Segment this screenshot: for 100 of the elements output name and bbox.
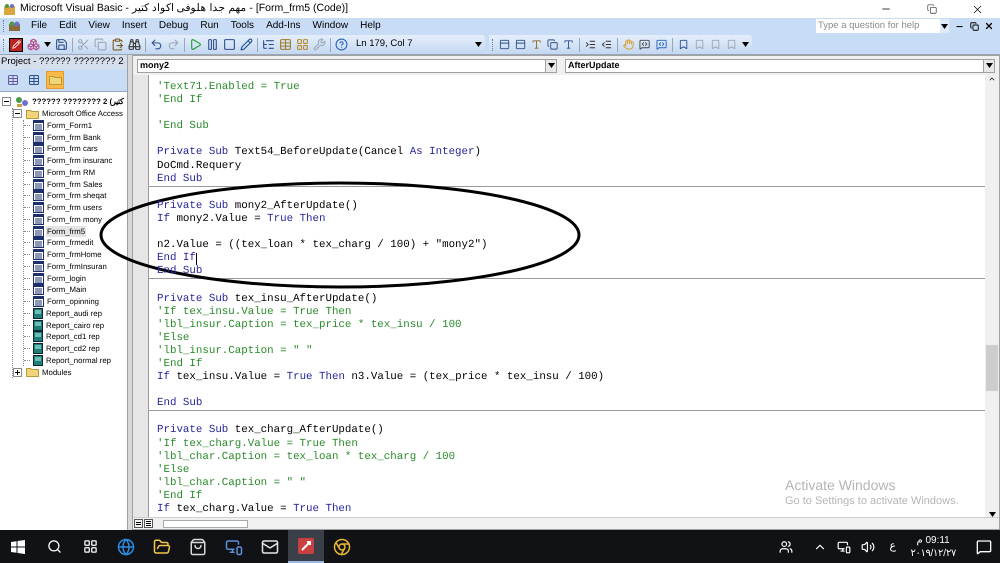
form-icon (33, 120, 44, 131)
undo-icon[interactable] (150, 38, 163, 51)
form-icon (33, 143, 44, 154)
menu-item[interactable]: Window (306, 18, 354, 34)
dropdown-caret-icon[interactable] (44, 42, 51, 47)
form-icon (33, 178, 44, 190)
menu-item[interactable]: Insert (116, 18, 153, 34)
form-icon (33, 226, 44, 237)
notifications-icon[interactable] (976, 538, 992, 554)
access-view-button[interactable] (9, 38, 23, 52)
object-browser-icon[interactable] (296, 38, 309, 51)
full-module-view-icon[interactable] (144, 519, 153, 528)
pause-icon[interactable] (206, 38, 219, 51)
dropdown-caret-icon[interactable] (548, 63, 554, 68)
code-line: n2.Value = ((tex_loan * tex_charg / 100) + "mony2") (157, 239, 488, 252)
people-icon[interactable] (779, 540, 794, 554)
menu-item[interactable]: Debug (152, 18, 194, 34)
procedure-view-icon[interactable] (134, 519, 143, 528)
toolbar-overflow-icon[interactable] (742, 42, 749, 47)
code-line: 'lbl_insur.Caption = tex_price * tex_insu / 100 (157, 318, 462, 332)
dropdown-caret-icon[interactable] (941, 24, 948, 28)
find-icon[interactable] (128, 38, 141, 51)
scroll-up-icon[interactable] (988, 75, 996, 83)
comment-block-icon[interactable] (639, 38, 651, 51)
task-view-icon[interactable] (82, 539, 98, 554)
parameter-info-icon[interactable] (547, 38, 558, 51)
code-line: If tex_charg.Value = True Then (157, 503, 352, 516)
folder-icon (26, 367, 39, 378)
paste-icon[interactable] (111, 38, 124, 51)
volume-icon[interactable] (861, 540, 876, 554)
restore-icon[interactable] (927, 4, 937, 14)
view-code-icon (28, 74, 40, 86)
expand-toggle[interactable] (13, 368, 22, 377)
bookmark-icon[interactable] (678, 38, 689, 51)
monitor-icon (225, 538, 243, 556)
browser-icon (117, 538, 135, 556)
app-icon (3, 2, 16, 16)
report-icon (33, 331, 43, 342)
form-icon (33, 237, 44, 248)
code-line: 'If tex_charg.Value = True Then (157, 438, 358, 451)
properties-icon[interactable] (279, 38, 292, 51)
list-constants-icon[interactable] (514, 38, 526, 51)
network-icon[interactable] (837, 540, 852, 554)
procedure-dropdown[interactable]: AfterUpdate (565, 58, 995, 72)
taskbar-app[interactable] (288, 530, 324, 563)
search-icon[interactable] (46, 539, 62, 554)
view-toggle-button[interactable] (46, 71, 64, 89)
form-icon (33, 166, 44, 178)
clock-date: ٢٠١٩/١٢/٢٧ (910, 546, 956, 560)
stop-icon[interactable] (223, 38, 236, 51)
restore-icon[interactable] (970, 22, 979, 30)
toolbar-overflow-icon[interactable] (475, 42, 482, 47)
quick-info-icon[interactable] (531, 38, 542, 51)
mail-icon (261, 538, 279, 556)
complete-word-icon[interactable] (563, 38, 574, 51)
code-line: 'lbl_char.Caption = tex_loan * tex_charg / 100 (157, 450, 456, 464)
run-icon[interactable] (189, 38, 202, 51)
menu-item[interactable]: Run (194, 18, 225, 34)
code-line: DoCmd.Requery (157, 160, 242, 173)
code-line: 'End If (157, 490, 202, 503)
object-dropdown[interactable]: mony2 (137, 58, 557, 72)
windows-logo-icon (11, 540, 25, 554)
help-icon[interactable] (335, 38, 348, 51)
code-line: Private Sub mony2_AfterUpdate() (157, 200, 358, 213)
outdent-icon[interactable] (601, 38, 612, 51)
clock[interactable]: 09:11 م ٢٠١٩/١٢/٢٧ (910, 534, 956, 560)
report-icon (33, 343, 43, 354)
indent-icon[interactable] (585, 38, 596, 51)
menu-item[interactable]: Tools (224, 18, 260, 34)
project-explorer-icon[interactable] (262, 38, 275, 51)
vba-icon[interactable] (8, 20, 21, 32)
save-icon[interactable] (55, 38, 68, 51)
close-icon[interactable] (984, 21, 994, 31)
menu-item[interactable]: Add-Ins (260, 18, 307, 34)
code-line: Private Sub Text54_BeforeUpdate(Cancel As Integer) (157, 146, 481, 160)
menu-item[interactable]: Edit (53, 18, 82, 34)
menu-item[interactable]: Help (354, 18, 387, 34)
form-icon (33, 155, 44, 166)
uncomment-block-icon[interactable] (656, 38, 667, 51)
design-mode-icon[interactable] (240, 38, 253, 51)
insert-object-icon[interactable] (27, 38, 40, 51)
list-properties-icon[interactable] (498, 38, 510, 51)
scroll-thumb[interactable] (986, 345, 998, 391)
code-line: End Sub (157, 172, 202, 186)
menu-item[interactable]: View (82, 18, 116, 34)
report-icon (33, 308, 43, 319)
form-icon (33, 249, 44, 260)
code-line: End If (157, 252, 196, 265)
dropdown-caret-icon[interactable] (986, 63, 992, 68)
menu-item[interactable]: File (25, 18, 54, 34)
input-language[interactable]: ع (885, 538, 900, 555)
collapse-toggle[interactable] (13, 109, 22, 118)
collapse-toggle[interactable] (2, 97, 11, 106)
form-icon (33, 296, 44, 308)
code-line: 'lbl_insur.Caption = " " (157, 344, 313, 358)
activation-title: Activate Windows (785, 477, 896, 493)
vertical-scrollbar[interactable] (985, 75, 999, 517)
code-line: End Sub (157, 397, 202, 410)
folder-icon (48, 75, 62, 85)
form-icon (33, 214, 44, 225)
